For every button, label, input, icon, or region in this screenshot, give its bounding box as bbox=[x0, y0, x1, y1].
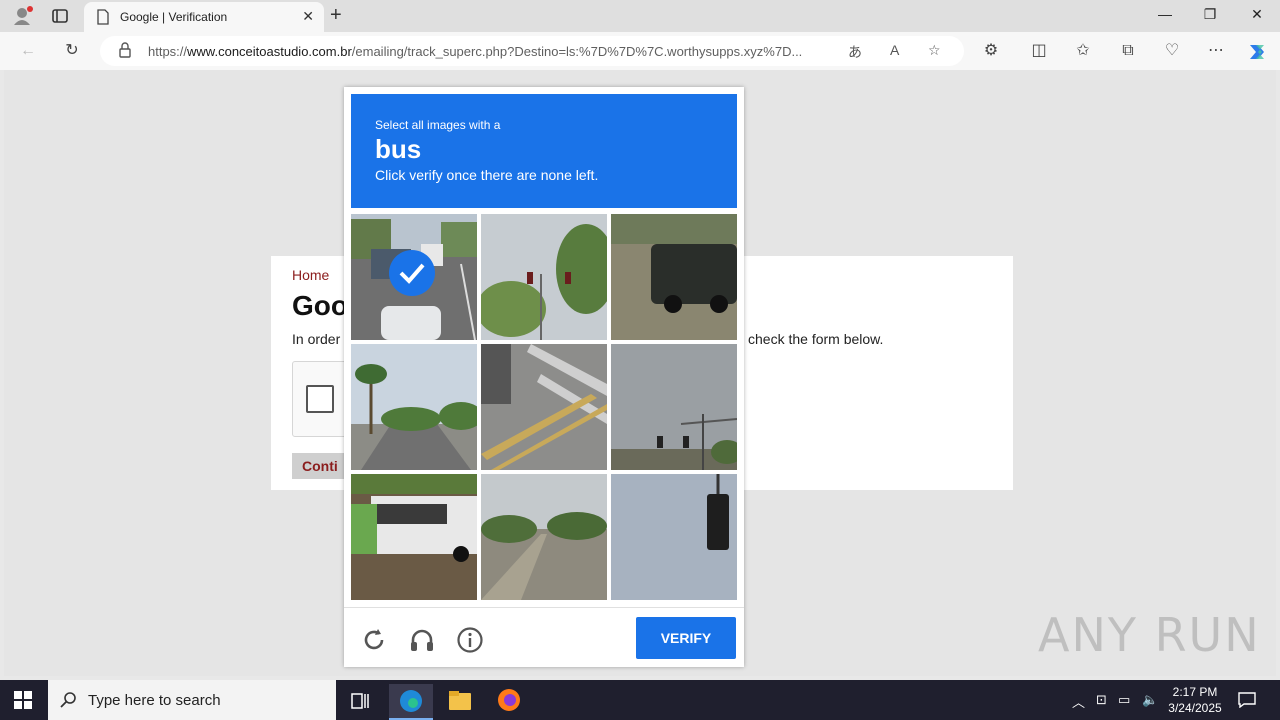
taskbar-search[interactable]: Type here to search bbox=[48, 680, 336, 720]
image-grid bbox=[351, 214, 737, 600]
image-tile[interactable] bbox=[481, 344, 607, 470]
image-tile[interactable] bbox=[611, 214, 737, 340]
restore-icon[interactable]: ❐ bbox=[1200, 6, 1220, 23]
clock-time: 2:17 PM bbox=[1172, 685, 1218, 699]
description-right: check the form below. bbox=[748, 331, 884, 347]
url-text: https://www.conceitoastudio.com.br/email… bbox=[148, 44, 803, 59]
new-tab-icon[interactable]: + bbox=[330, 4, 342, 27]
split-screen-icon[interactable]: ◫ bbox=[1029, 41, 1049, 61]
network-icon[interactable]: ▭ bbox=[1118, 692, 1130, 708]
challenge-header: Select all images with a bus Click verif… bbox=[351, 94, 737, 208]
more-menu-icon[interactable]: ⋯ bbox=[1206, 41, 1226, 61]
active-tab[interactable]: Google | Verification ✕ bbox=[84, 2, 324, 32]
taskbar: Type here to search ︿ ⊡ ▭ 🔈 2:17 PM 3/24… bbox=[0, 680, 1280, 720]
page-icon bbox=[96, 9, 110, 30]
tab-actions-icon[interactable] bbox=[50, 6, 72, 26]
close-tab-icon[interactable]: ✕ bbox=[302, 8, 314, 25]
reload-challenge-icon[interactable] bbox=[360, 626, 388, 654]
favorites-icon[interactable]: ✩ bbox=[1073, 41, 1093, 61]
image-tile[interactable] bbox=[351, 474, 477, 600]
browser-essentials-icon[interactable]: ♡ bbox=[1162, 41, 1182, 61]
clock-date: 3/24/2025 bbox=[1168, 701, 1222, 715]
taskbar-clock[interactable]: 2:17 PM 3/24/2025 bbox=[1162, 684, 1228, 716]
image-tile[interactable] bbox=[351, 344, 477, 470]
tab-strip: Google | Verification ✕ + — ❐ ✕ bbox=[0, 0, 1280, 32]
file-explorer-icon[interactable] bbox=[438, 684, 482, 720]
windows-start-icon[interactable] bbox=[14, 691, 32, 709]
image-tile[interactable] bbox=[611, 474, 737, 600]
page-heading: Goo bbox=[292, 290, 348, 321]
back-icon[interactable]: ← bbox=[18, 41, 38, 61]
lock-icon[interactable] bbox=[118, 42, 132, 58]
verify-button[interactable]: VERIFY bbox=[636, 617, 736, 659]
watermark-logo: ANY RUN bbox=[1038, 608, 1261, 662]
translate-icon[interactable]: あ bbox=[848, 42, 862, 62]
challenge-target: bus bbox=[375, 134, 422, 164]
extensions-icon[interactable]: ⚙ bbox=[981, 41, 1001, 61]
firefox-icon[interactable] bbox=[487, 684, 531, 720]
collections-icon[interactable]: ⧉ bbox=[1118, 41, 1138, 61]
image-tile[interactable] bbox=[351, 214, 477, 340]
favorite-star-icon[interactable]: ☆ bbox=[928, 42, 941, 59]
minimize-icon[interactable]: — bbox=[1155, 6, 1175, 22]
tray-device-icon[interactable]: ⊡ bbox=[1096, 692, 1107, 708]
home-link[interactable]: Home bbox=[292, 267, 329, 283]
info-icon[interactable] bbox=[456, 626, 484, 654]
audio-challenge-icon[interactable] bbox=[408, 626, 436, 654]
challenge-instruction: Select all images with a bbox=[375, 118, 501, 132]
tab-title: Google | Verification bbox=[120, 10, 228, 24]
profile-icon[interactable] bbox=[12, 6, 34, 26]
task-view-icon[interactable] bbox=[338, 684, 382, 720]
copilot-icon[interactable] bbox=[1246, 41, 1266, 61]
search-icon bbox=[60, 691, 78, 714]
volume-icon[interactable]: 🔈 bbox=[1142, 692, 1158, 708]
challenge-subinstruction: Click verify once there are none left. bbox=[375, 167, 599, 183]
image-challenge: Select all images with a bus Click verif… bbox=[344, 87, 744, 667]
selected-check-icon bbox=[389, 250, 435, 296]
refresh-icon[interactable]: ↻ bbox=[62, 41, 82, 61]
read-aloud-icon[interactable]: A bbox=[890, 42, 899, 58]
image-tile[interactable] bbox=[481, 474, 607, 600]
browser-toolbar: ← ↻ https://www.conceitoastudio.com.br/e… bbox=[0, 32, 1280, 70]
captcha-checkbox[interactable] bbox=[306, 385, 334, 413]
edge-app-icon[interactable] bbox=[389, 684, 433, 720]
close-window-icon[interactable]: ✕ bbox=[1247, 6, 1267, 23]
image-tile[interactable] bbox=[481, 214, 607, 340]
address-bar[interactable]: https://www.conceitoastudio.com.br/email… bbox=[100, 36, 964, 66]
search-placeholder: Type here to search bbox=[88, 692, 221, 709]
notifications-icon[interactable] bbox=[1238, 692, 1256, 711]
tray-expand-icon[interactable]: ︿ bbox=[1072, 692, 1085, 711]
challenge-footer: VERIFY bbox=[344, 607, 744, 667]
image-tile[interactable] bbox=[611, 344, 737, 470]
